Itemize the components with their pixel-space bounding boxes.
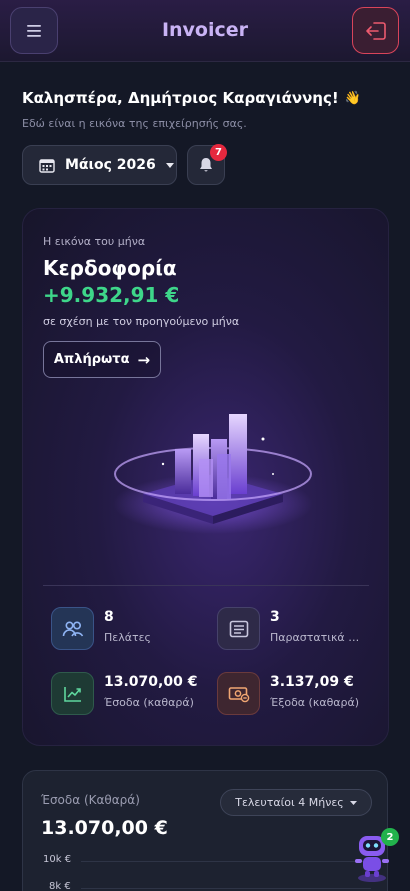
document-list-icon xyxy=(229,620,248,637)
gridline xyxy=(81,888,371,889)
stat-label: Έσοδα (καθαρά) xyxy=(104,696,194,709)
stat-label: Παραστατικά μήνα xyxy=(270,631,362,644)
assistant-badge: 2 xyxy=(381,828,399,846)
income-label: Έσοδα (Καθαρά) xyxy=(41,793,140,807)
top-bar: Invoicer xyxy=(0,0,410,62)
caret-down-icon xyxy=(349,800,357,805)
greeting-subtitle: Εδώ είναι η εικόνα της επιχείρησής σας. xyxy=(22,117,247,130)
notification-count-badge: 7 xyxy=(210,144,227,161)
stat-label: Πελάτες xyxy=(104,631,152,644)
income-card: Έσοδα (Καθαρά) 13.070,00 € Τελευταίοι 4 … xyxy=(22,770,388,891)
caret-down-icon xyxy=(165,162,174,168)
month-selector[interactable]: Μάιος 2026 xyxy=(22,145,177,185)
trend-up-icon xyxy=(63,686,81,702)
month-label: Μάιος 2026 xyxy=(65,157,156,173)
logout-icon xyxy=(365,21,386,40)
card-title: Κερδοφορία xyxy=(43,256,177,280)
gridline xyxy=(81,861,371,862)
stat-value: 3 xyxy=(270,609,280,625)
logout-button[interactable] xyxy=(352,7,399,54)
period-select-label: Τελευταίοι 4 Μήνες xyxy=(235,796,344,809)
wave-icon: 👋 xyxy=(344,90,361,106)
bell-icon xyxy=(200,158,212,172)
stat-label: Έξοδα (καθαρά) xyxy=(270,696,360,709)
stat-icon-container xyxy=(217,607,260,650)
unpaid-button-label: Απλήρωτα xyxy=(53,352,130,367)
profitability-card: Η εικόνα του μήνα Κερδοφορία +9.932,91 €… xyxy=(22,208,389,746)
stat-value: 8 xyxy=(104,609,114,625)
card-divider xyxy=(43,585,369,586)
stat-value: 13.070,00 € xyxy=(104,674,198,690)
profit-note: σε σχέση με τον προηγούμενο μήνα xyxy=(43,315,240,328)
money-out-icon xyxy=(228,686,249,702)
y-tick-label: 10k € xyxy=(43,854,72,865)
stat-icon-container xyxy=(51,672,94,715)
stat-icon-container xyxy=(217,672,260,715)
stat-icon-container xyxy=(51,607,94,650)
unpaid-button[interactable]: Απλήρωτα → xyxy=(43,341,161,378)
card-label: Η εικόνα του μήνα xyxy=(43,235,146,248)
greeting-heading: Καλησπέρα, Δημήτριος Καραγιάννης! 👋 xyxy=(22,89,361,107)
greeting-text: Καλησπέρα, Δημήτριος Καραγιάννης! xyxy=(22,89,339,107)
y-tick-label: 8k € xyxy=(49,881,71,891)
stat-value: 3.137,09 € xyxy=(270,674,354,690)
growth-chart-illustration xyxy=(113,414,313,534)
profit-value: +9.932,91 € xyxy=(43,283,180,307)
calendar-icon xyxy=(39,158,55,173)
app-title: Invoicer xyxy=(161,19,249,41)
users-icon xyxy=(62,620,83,636)
arrow-right-icon: → xyxy=(137,350,151,369)
income-value: 13.070,00 € xyxy=(41,817,168,839)
period-select[interactable]: Τελευταίοι 4 Μήνες xyxy=(220,789,372,816)
